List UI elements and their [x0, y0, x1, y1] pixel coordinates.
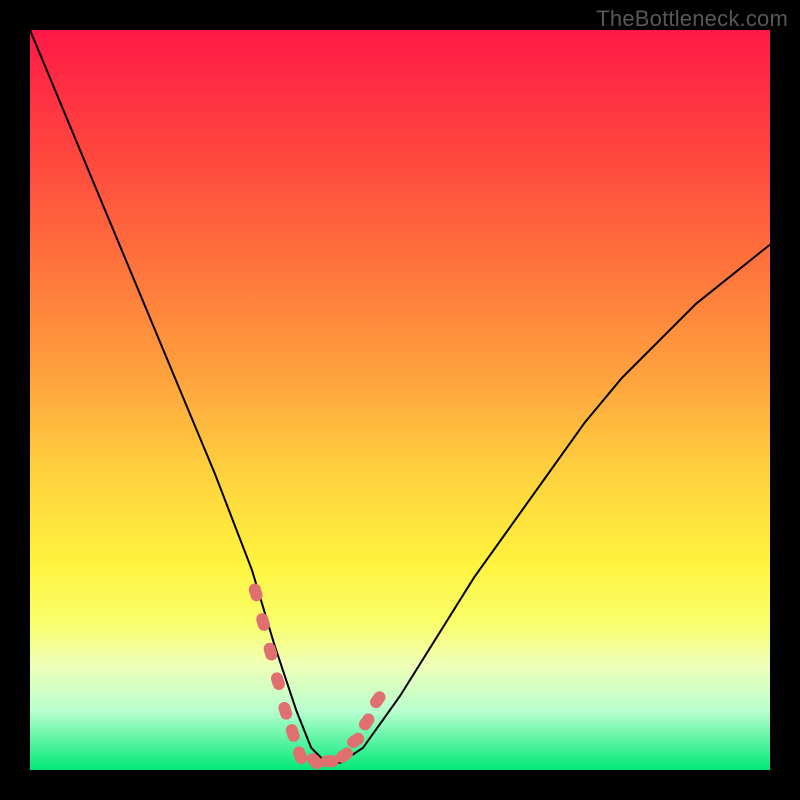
marker-dot — [291, 745, 309, 766]
marker-dot — [368, 689, 388, 711]
marker-dot — [357, 711, 377, 733]
marker-group-right — [345, 689, 388, 750]
marker-dot — [284, 723, 301, 744]
curve-path — [30, 30, 770, 763]
watermark-text: TheBottleneck.com — [596, 6, 788, 32]
bottleneck-curve-line — [30, 30, 770, 763]
chart-svg — [30, 30, 770, 770]
marker-dot — [262, 641, 279, 662]
marker-dot — [321, 755, 339, 767]
marker-dot — [277, 700, 294, 721]
chart-frame: TheBottleneck.com — [0, 0, 800, 800]
chart-plot-area — [30, 30, 770, 770]
marker-group-left — [247, 582, 301, 743]
marker-group-bottom — [291, 745, 355, 770]
